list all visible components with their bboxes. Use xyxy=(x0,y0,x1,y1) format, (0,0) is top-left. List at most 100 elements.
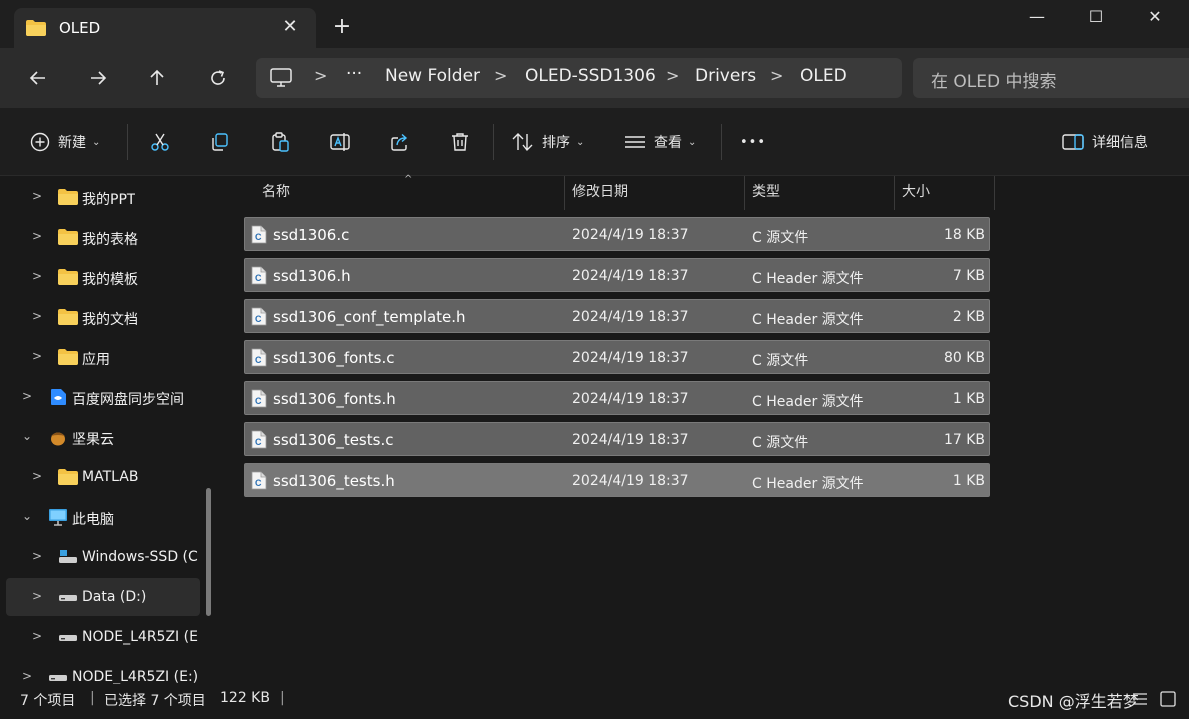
sidebar-item-baidu-netdisk[interactable]: > 百度网盘同步空间 xyxy=(6,378,200,416)
file-date: 2024/4/19 18:37 xyxy=(572,391,689,407)
sort-icon xyxy=(512,133,533,152)
file-type: C 源文件 xyxy=(752,353,809,369)
maximize-button[interactable]: ☐ xyxy=(1073,4,1119,32)
sidebar-item-this-pc[interactable]: ⌄ 此电脑 xyxy=(6,498,200,536)
breadcrumb-drivers[interactable]: Drivers xyxy=(695,66,756,86)
breadcrumb-new-folder[interactable]: New Folder xyxy=(385,66,480,86)
sort-up-icon: ^ xyxy=(404,174,413,185)
arrow-left-icon xyxy=(29,71,45,85)
file-row[interactable]: Cssd1306_conf_template.h 2024/4/19 18:37 C… xyxy=(244,299,990,333)
sidebar-item-label: 我的文档 xyxy=(82,312,138,328)
cut-button[interactable] xyxy=(150,128,170,156)
column-date[interactable]: 修改日期 xyxy=(572,176,628,210)
tab-oled[interactable]: OLED ✕ xyxy=(14,8,316,48)
chevron-right-icon[interactable]: > xyxy=(30,549,44,563)
sidebar-item-label: 我的PPT xyxy=(82,192,136,208)
paste-button[interactable] xyxy=(270,128,290,156)
share-button[interactable] xyxy=(390,128,410,156)
address-bar[interactable]: > ··· New Folder > OLED-SSD1306 > Driver… xyxy=(256,58,902,98)
sidebar-item-my-templates[interactable]: > 我的模板 xyxy=(6,258,200,296)
file-date: 2024/4/19 18:37 xyxy=(572,309,689,325)
sidebar-item-my-sheets[interactable]: > 我的表格 xyxy=(6,218,200,256)
minimize-button[interactable]: — xyxy=(1014,4,1060,32)
new-button[interactable]: 新建 ⌄ xyxy=(30,128,100,156)
chevron-down-icon[interactable]: ⌄ xyxy=(20,509,34,523)
svg-text:C: C xyxy=(255,355,262,365)
more-options-button[interactable]: ••• xyxy=(740,128,766,156)
details-view-button[interactable] xyxy=(1128,687,1152,711)
chevron-right-icon[interactable]: > xyxy=(30,589,44,603)
file-size: 80 KB xyxy=(943,350,985,366)
breadcrumb-oled[interactable]: OLED xyxy=(800,66,847,86)
chevron-down-icon[interactable]: ⌄ xyxy=(20,429,34,443)
chevron-right-icon[interactable]: > xyxy=(30,469,44,483)
sidebar-item-my-ppt[interactable]: > 我的PPT xyxy=(6,178,200,216)
sidebar-item-label: 此电脑 xyxy=(72,512,114,528)
details-pane-button[interactable]: 详细信息 xyxy=(1062,128,1148,156)
column-type[interactable]: 类型 xyxy=(752,176,780,210)
rename-button[interactable] xyxy=(330,128,350,156)
breadcrumb-oled-ssd1306[interactable]: OLED-SSD1306 xyxy=(525,66,656,86)
chevron-right-icon[interactable]: > xyxy=(30,189,44,203)
divider xyxy=(721,124,722,160)
column-size[interactable]: 大小 xyxy=(902,176,930,210)
thumbnail-view-button[interactable] xyxy=(1156,687,1180,711)
column-divider[interactable] xyxy=(994,176,995,210)
refresh-button[interactable] xyxy=(201,62,235,94)
close-button[interactable]: ✕ xyxy=(1132,4,1178,32)
file-row[interactable]: Cssd1306_tests.h 2024/4/19 18:37 C Header … xyxy=(244,463,990,497)
view-button[interactable]: 查看 ⌄ xyxy=(624,128,696,156)
clipboard-icon xyxy=(272,132,289,152)
chevron-right-icon[interactable]: > xyxy=(30,229,44,243)
file-row[interactable]: Cssd1306.c 2024/4/19 18:37 C 源文件 18 KB xyxy=(244,217,990,251)
column-divider[interactable] xyxy=(564,176,565,210)
sidebar-item-drive-e[interactable]: > NODE_L4R5ZI (E xyxy=(6,618,200,656)
file-type: C Header 源文件 xyxy=(752,394,864,410)
chevron-right-icon[interactable]: > xyxy=(30,309,44,323)
file-row[interactable]: Cssd1306.h 2024/4/19 18:37 C Header 源文件 7 K… xyxy=(244,258,990,292)
forward-button[interactable] xyxy=(81,62,115,94)
column-divider[interactable] xyxy=(744,176,745,210)
chevron-down-icon: ⌄ xyxy=(92,136,101,148)
column-name[interactable]: 名称 xyxy=(262,176,290,210)
sort-button[interactable]: 排序 ⌄ xyxy=(512,128,584,156)
delete-button[interactable] xyxy=(450,128,470,156)
chevron-right-icon[interactable]: > xyxy=(30,629,44,643)
sidebar-item-nutstore[interactable]: ⌄ 坚果云 xyxy=(6,418,200,456)
details-view-icon xyxy=(1133,693,1147,705)
sidebar-item-removable-e[interactable]: > NODE_L4R5ZI (E:) xyxy=(6,658,200,684)
up-button[interactable] xyxy=(140,62,174,94)
breadcrumb-overflow[interactable]: ··· xyxy=(346,64,362,84)
back-button[interactable] xyxy=(21,62,55,94)
new-tab-button[interactable]: + xyxy=(330,15,354,39)
sidebar-item-drive-d[interactable]: > Data (D:) xyxy=(6,578,200,616)
sidebar-item-drive-c[interactable]: > Windows-SSD (C xyxy=(6,538,200,576)
more-icon: ••• xyxy=(740,134,767,150)
share-icon xyxy=(391,133,408,151)
file-row[interactable]: Cssd1306_fonts.c 2024/4/19 18:37 C 源文件 80 K… xyxy=(244,340,990,374)
file-row[interactable]: Cssd1306_tests.c 2024/4/19 18:37 C 源文件 17 K… xyxy=(244,422,990,456)
nutstore-icon xyxy=(51,432,65,446)
search-box[interactable]: 在 OLED 中搜索 xyxy=(913,58,1189,98)
chevron-right-icon[interactable]: > xyxy=(20,669,34,683)
watermark: CSDN @浮生若梦 xyxy=(1008,692,1139,711)
column-header: ^ 名称 修改日期 类型 大小 xyxy=(244,174,996,210)
c-source-file-icon: C xyxy=(251,471,267,490)
selected-size: 122 KB xyxy=(220,690,270,706)
drive-icon xyxy=(59,595,77,601)
file-type: C Header 源文件 xyxy=(752,271,864,287)
chevron-right-icon[interactable]: > xyxy=(30,269,44,283)
c-source-file-icon: C xyxy=(251,225,267,244)
sidebar-item-apps[interactable]: > 应用 xyxy=(6,338,200,376)
sidebar-scrollbar[interactable] xyxy=(206,488,211,616)
file-name: ssd1306_fonts.c xyxy=(273,349,395,367)
column-divider[interactable] xyxy=(894,176,895,210)
new-label: 新建 xyxy=(58,135,86,151)
chevron-right-icon[interactable]: > xyxy=(20,389,34,403)
file-row[interactable]: Cssd1306_fonts.h 2024/4/19 18:37 C Header … xyxy=(244,381,990,415)
chevron-right-icon[interactable]: > xyxy=(30,349,44,363)
tab-close-icon[interactable]: ✕ xyxy=(279,16,301,38)
copy-button[interactable] xyxy=(210,128,230,156)
sidebar-item-matlab[interactable]: > MATLAB xyxy=(6,458,200,496)
sidebar-item-my-documents[interactable]: > 我的文档 xyxy=(6,298,200,336)
